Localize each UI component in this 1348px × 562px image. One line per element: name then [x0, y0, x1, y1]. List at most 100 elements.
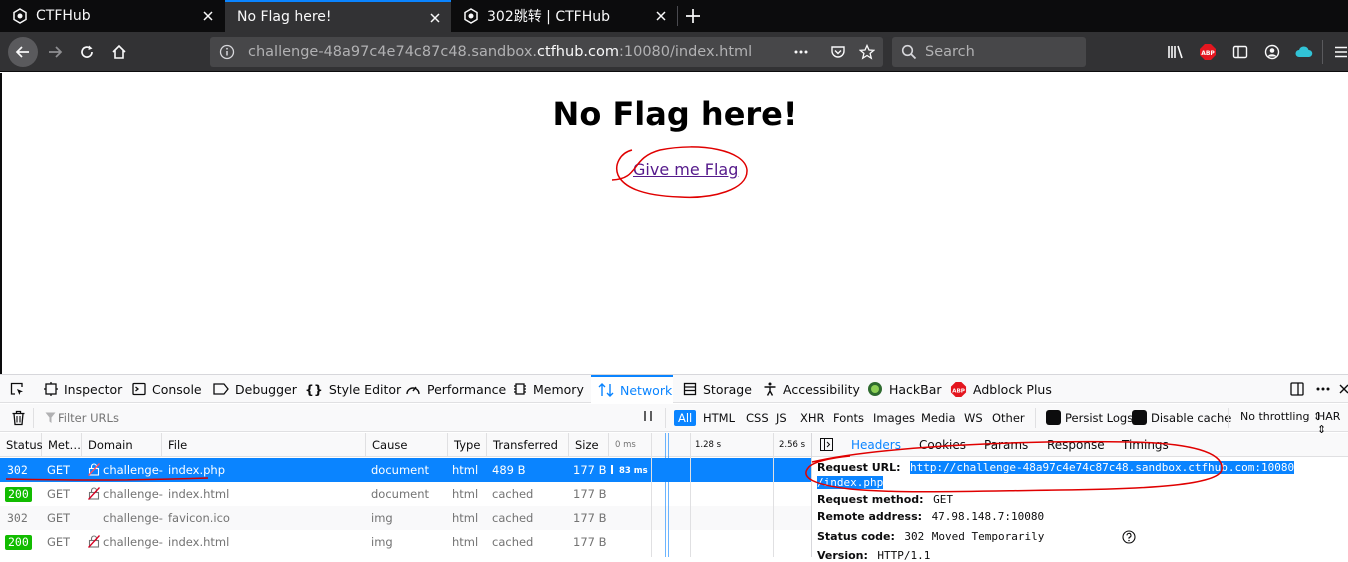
sidebar-toggle-button[interactable]: [1225, 37, 1255, 67]
status-code: 200: [5, 530, 32, 554]
home-button[interactable]: [104, 37, 134, 67]
column-size[interactable]: Size: [569, 433, 609, 457]
filter-css-button[interactable]: CSS: [742, 410, 773, 426]
tab-302-redirect[interactable]: 302跳转 | CTFHub: [451, 0, 677, 32]
tab-style-editor[interactable]: {} Style Editor: [305, 375, 401, 403]
tab-network[interactable]: Network: [591, 375, 673, 403]
give-me-flag-link[interactable]: Give me Flag: [633, 160, 738, 179]
help-icon[interactable]: [1122, 530, 1136, 544]
toggle-sidebar-icon[interactable]: [820, 438, 833, 451]
cause: document: [371, 487, 430, 501]
library-button[interactable]: [1161, 37, 1191, 67]
tab-cookies[interactable]: Cookies: [919, 433, 966, 457]
tab-performance[interactable]: Performance: [405, 375, 506, 403]
close-tab-icon[interactable]: [200, 8, 216, 24]
domain: challenge-…: [103, 463, 163, 477]
element-picker-button[interactable]: [9, 375, 31, 403]
filter-other-button[interactable]: Other: [988, 410, 1029, 426]
transferred: cached: [492, 535, 534, 549]
persist-logs-checkbox[interactable]: [1046, 410, 1061, 425]
cloud-extension-button[interactable]: [1289, 37, 1319, 67]
search-bar[interactable]: Search: [892, 37, 1086, 67]
tab-headers[interactable]: Headers: [851, 433, 901, 457]
column-domain[interactable]: Domain: [82, 433, 162, 457]
column-cause[interactable]: Cause: [366, 433, 448, 457]
new-tab-button[interactable]: [678, 1, 708, 31]
bookmark-star-icon[interactable]: [859, 44, 875, 60]
storage-icon: [683, 382, 697, 396]
column-transferred[interactable]: Transferred: [487, 433, 569, 457]
filter-html-button[interactable]: HTML: [699, 410, 739, 426]
dock-options-button[interactable]: [1289, 375, 1311, 403]
sidebar-icon: [1232, 45, 1248, 59]
tab-hackbar[interactable]: HackBar: [867, 375, 942, 403]
request-url-value[interactable]: http://challenge-48a97c4e74c87c48.sandbo…: [910, 461, 1295, 474]
debugger-icon: [213, 383, 229, 395]
menu-button[interactable]: [1326, 37, 1348, 67]
devtools-tab-bar: Inspector Console Debugger {} Style Edit…: [0, 375, 1348, 403]
tab-memory[interactable]: Memory: [513, 375, 584, 403]
insecure-lock-icon: [88, 487, 100, 500]
filter-ws-button[interactable]: WS: [960, 410, 987, 426]
tab-response[interactable]: Response: [1047, 433, 1105, 457]
tab-adblock-plus[interactable]: ABP Adblock Plus: [950, 375, 1052, 403]
waterfall-gridline: [773, 433, 774, 557]
devtools-menu-button[interactable]: [1315, 375, 1337, 403]
tab-console[interactable]: Console: [132, 375, 202, 403]
performance-gauge-icon: [406, 386, 420, 395]
file-name: index.html: [168, 487, 230, 501]
tab-ctfhub[interactable]: CTFHub: [0, 0, 224, 32]
filter-media-button[interactable]: Media: [917, 410, 960, 426]
column-status[interactable]: Status: [0, 433, 43, 457]
filter-all-button[interactable]: All: [674, 410, 697, 426]
tab-inspector[interactable]: Inspector: [44, 375, 122, 403]
filter-xhr-button[interactable]: XHR: [796, 410, 829, 426]
tab-label: Network: [620, 382, 673, 398]
reload-button[interactable]: [72, 37, 102, 67]
page-actions-icon[interactable]: [793, 44, 809, 60]
back-button[interactable]: [8, 37, 38, 67]
url-suffix: :10080/index.html: [618, 44, 753, 60]
tab-params[interactable]: Params: [984, 433, 1028, 457]
adblock-plus-button[interactable]: ABP: [1193, 37, 1223, 67]
status-code-label: Status code:: [817, 530, 895, 543]
filter-js-button[interactable]: JS: [772, 410, 791, 426]
forward-button[interactable]: [40, 37, 70, 67]
search-placeholder: Search: [925, 44, 975, 60]
adblock-plus-icon: ABP: [950, 381, 967, 397]
request-details-panel: Headers Cookies Params Response Timings …: [811, 433, 1348, 562]
request-method-label: Request method:: [817, 493, 924, 506]
column-type[interactable]: Type: [448, 433, 487, 457]
close-tab-icon[interactable]: [653, 8, 669, 24]
remote-address-label: Remote address:: [817, 510, 923, 523]
pocket-icon[interactable]: [830, 44, 846, 60]
filter-urls-input[interactable]: [58, 409, 628, 427]
tab-storage[interactable]: Storage: [683, 375, 752, 403]
request-url-label: Request URL:: [817, 461, 901, 474]
url-bar[interactable]: challenge-48a97c4e74c87c48.sandbox. ctfhu…: [210, 37, 883, 67]
filter-funnel-icon: [45, 412, 56, 423]
waterfall-bar: [611, 465, 613, 474]
insecure-lock-icon: [88, 535, 100, 548]
column-file[interactable]: File: [162, 433, 366, 457]
remote-address-row: Remote address: 47.98.148.7:10080: [817, 510, 1044, 523]
status-code: 302: [7, 511, 28, 525]
tab-timings[interactable]: Timings: [1122, 433, 1169, 457]
filter-images-button[interactable]: Images: [869, 410, 919, 426]
throttling-select[interactable]: No throttling ⇕: [1240, 410, 1322, 423]
request-url-value-cont[interactable]: /index.php: [817, 476, 884, 489]
trash-icon[interactable]: [11, 410, 26, 426]
plus-icon: [686, 9, 700, 23]
account-button[interactable]: [1257, 37, 1287, 67]
devtools-panel: Inspector Console Debugger {} Style Edit…: [0, 374, 1348, 562]
close-tab-icon[interactable]: [427, 10, 443, 26]
tab-debugger[interactable]: Debugger: [213, 375, 297, 403]
close-devtools-button[interactable]: [1339, 375, 1348, 403]
tab-no-flag-here[interactable]: No Flag here!: [225, 0, 451, 32]
info-icon[interactable]: [219, 44, 235, 60]
pause-recording-button[interactable]: [643, 409, 655, 426]
column-method[interactable]: Met…: [42, 433, 82, 457]
tab-accessibility[interactable]: Accessibility: [763, 375, 860, 403]
filter-fonts-button[interactable]: Fonts: [829, 410, 868, 426]
disable-cache-checkbox[interactable]: [1132, 410, 1147, 425]
